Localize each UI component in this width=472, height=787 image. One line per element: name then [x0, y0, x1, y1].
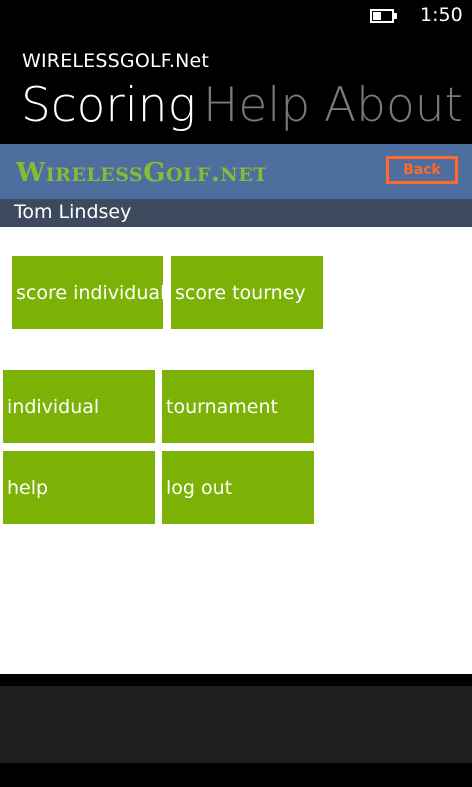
brand-bar: WIRELESSGOLF.NET Back — [0, 144, 472, 199]
content-area: score individual score tourney individua… — [0, 227, 472, 674]
svg-text:WIRELESSGOLF.NET: WIRELESSGOLF.NET — [16, 158, 266, 188]
battery-icon — [370, 9, 397, 23]
wirelessgolf-logo: WIRELESSGOLF.NET — [15, 158, 267, 188]
tile-label: score tourney — [175, 281, 306, 304]
tile-label: score individual — [16, 281, 163, 304]
back-button[interactable]: Back — [386, 156, 458, 184]
user-bar: Tom Lindsey — [0, 199, 472, 227]
status-bar: 1:50 — [0, 0, 472, 34]
app-title: WIRELESSGOLF.Net — [22, 50, 210, 72]
pivot-tab-help[interactable]: Help — [203, 74, 310, 138]
tile-label: help — [7, 476, 49, 499]
pivot-header: Scoring Help About — [0, 74, 472, 138]
clock: 1:50 — [420, 4, 463, 26]
tournament-tile[interactable]: tournament — [162, 370, 314, 443]
tile-label: tournament — [166, 395, 278, 418]
pivot-tab-about[interactable]: About — [324, 74, 463, 138]
tile-label: log out — [166, 476, 233, 499]
user-name: Tom Lindsey — [14, 201, 132, 223]
pivot-tab-scoring[interactable]: Scoring — [21, 74, 196, 138]
score-tourney-tile[interactable]: score tourney — [171, 256, 323, 329]
log-out-tile[interactable]: log out — [162, 451, 314, 524]
help-tile[interactable]: help — [3, 451, 155, 524]
tile-label: individual — [7, 395, 100, 418]
individual-tile[interactable]: individual — [3, 370, 155, 443]
brand-logo: WIRELESSGOLF.NET — [15, 155, 267, 196]
app-bar[interactable] — [0, 686, 472, 763]
score-individual-tile[interactable]: score individual — [12, 256, 163, 329]
